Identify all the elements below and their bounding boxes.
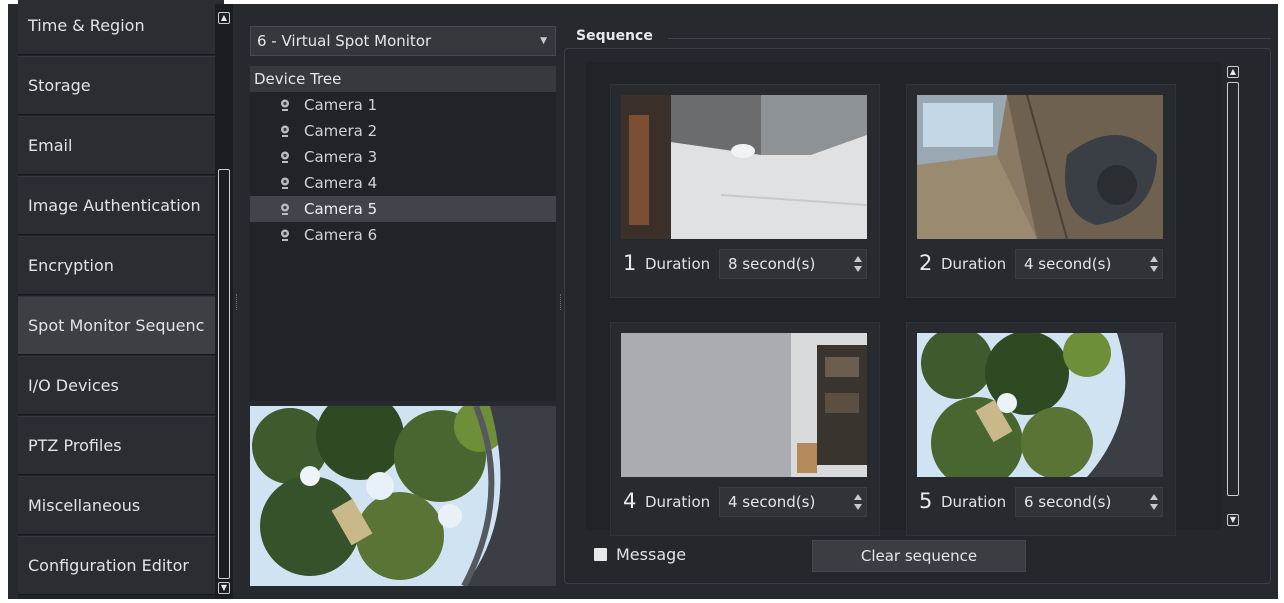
webcam-icon xyxy=(281,125,289,137)
duration-label: Duration xyxy=(645,493,711,511)
slot-thumbnail xyxy=(621,95,867,239)
tree-item-label: Camera 4 xyxy=(304,174,378,192)
webcam-icon xyxy=(281,229,289,241)
sidebar-item-label: Time & Region xyxy=(28,16,145,35)
tree-item-label: Camera 6 xyxy=(304,226,378,244)
sequence-slot-4[interactable]: 4 Duration 4 second(s) xyxy=(610,322,880,536)
slot-number: 2 xyxy=(919,251,933,275)
duration-value: 6 second(s) xyxy=(1024,493,1112,511)
tree-item-label: Camera 3 xyxy=(304,148,378,166)
sidebar-item-configuration-editor[interactable]: Configuration Editor xyxy=(18,536,224,595)
sidebar-scrollbar[interactable]: ▲ ▼ xyxy=(215,4,233,599)
duration-value: 8 second(s) xyxy=(728,255,816,273)
spin-arrows-icon[interactable] xyxy=(1150,255,1158,273)
tree-item-camera-6[interactable]: Camera 6 xyxy=(250,222,556,248)
webcam-icon xyxy=(281,177,289,189)
spin-arrows-icon[interactable] xyxy=(854,493,862,511)
sequence-title: Sequence xyxy=(576,28,659,44)
sequence-slot-5[interactable]: 5 Duration 6 second(s) xyxy=(906,322,1176,536)
message-label: Message xyxy=(616,545,687,564)
duration-label: Duration xyxy=(941,493,1007,511)
tree-item-label: Camera 1 xyxy=(304,96,378,114)
camera-preview-image xyxy=(250,406,556,586)
arrow-up-icon[interactable]: ▲ xyxy=(1227,66,1239,78)
duration-label: Duration xyxy=(941,255,1007,273)
arrow-down-icon[interactable]: ▼ xyxy=(218,582,230,594)
webcam-icon xyxy=(281,151,289,163)
monitor-select-value: 6 - Virtual Spot Monitor xyxy=(257,32,432,50)
webcam-icon xyxy=(281,99,289,111)
tree-item-label: Camera 2 xyxy=(304,122,378,140)
message-checkbox[interactable] xyxy=(594,548,607,561)
arrow-down-icon[interactable]: ▼ xyxy=(1227,514,1239,526)
sidebar-item-image-authentication[interactable]: Image Authentication xyxy=(18,176,224,235)
sidebar-item-ptz-profiles[interactable]: PTZ Profiles xyxy=(18,416,224,475)
clear-sequence-button[interactable]: Clear sequence xyxy=(812,540,1026,572)
slot-number: 5 xyxy=(919,489,933,513)
spin-arrows-icon[interactable] xyxy=(854,255,862,273)
sequence-slot-2[interactable]: 2 Duration 4 second(s) xyxy=(906,84,1176,298)
splitter-handle[interactable] xyxy=(236,294,238,310)
duration-spinbox[interactable]: 4 second(s) xyxy=(719,487,867,517)
sidebar-item-label: I/O Devices xyxy=(28,376,119,395)
sidebar-item-encryption[interactable]: Encryption xyxy=(18,236,224,295)
duration-value: 4 second(s) xyxy=(1024,255,1112,273)
settings-window: Time & Region Storage Email Image Authen… xyxy=(8,0,1278,599)
duration-spinbox[interactable]: 8 second(s) xyxy=(719,249,867,279)
group-divider xyxy=(668,38,1271,39)
slot-thumbnail xyxy=(917,333,1163,477)
slot-number: 1 xyxy=(623,251,637,275)
sidebar-item-email[interactable]: Email xyxy=(18,116,224,175)
slot-thumbnail xyxy=(917,95,1163,239)
duration-spinbox[interactable]: 6 second(s) xyxy=(1015,487,1163,517)
sidebar-item-label: Storage xyxy=(28,76,91,95)
sidebar-item-label: Email xyxy=(28,136,73,155)
sidebar-item-time-region[interactable]: Time & Region xyxy=(18,0,224,55)
tree-item-camera-1[interactable]: Camera 1 xyxy=(250,92,556,118)
monitor-select[interactable]: 6 - Virtual Spot Monitor ▼ xyxy=(250,26,556,56)
sidebar-item-miscellaneous[interactable]: Miscellaneous xyxy=(18,476,224,535)
sidebar-item-storage[interactable]: Storage xyxy=(18,56,224,115)
duration-label: Duration xyxy=(645,255,711,273)
device-tree: Device Tree Camera 1 Camera 2 Camera 3 C… xyxy=(250,66,556,401)
webcam-icon xyxy=(281,203,289,215)
sidebar-item-spot-monitor-sequence[interactable]: Spot Monitor Sequenc xyxy=(18,296,224,355)
sidebar-item-label: PTZ Profiles xyxy=(28,436,122,455)
tree-item-camera-2[interactable]: Camera 2 xyxy=(250,118,556,144)
chevron-down-icon: ▼ xyxy=(540,36,547,46)
device-tree-header: Device Tree xyxy=(250,66,556,92)
slot-number: 4 xyxy=(623,489,637,513)
sequence-slot-1[interactable]: 1 Duration 8 second(s) xyxy=(610,84,880,298)
tree-item-label: Camera 5 xyxy=(304,200,378,218)
camera-preview xyxy=(250,406,556,586)
sidebar-item-label: Miscellaneous xyxy=(28,496,141,515)
sidebar-item-label: Configuration Editor xyxy=(28,556,189,575)
tree-item-camera-3[interactable]: Camera 3 xyxy=(250,144,556,170)
duration-spinbox[interactable]: 4 second(s) xyxy=(1015,249,1163,279)
sidebar-scroll-thumb[interactable] xyxy=(218,169,230,579)
arrow-up-icon[interactable]: ▲ xyxy=(218,12,230,24)
spin-arrows-icon[interactable] xyxy=(1150,493,1158,511)
sequence-grid: 1 Duration 8 second(s) 2 Duration 4 seco… xyxy=(586,62,1221,536)
sequence-scrollbar[interactable]: ▲ ▼ xyxy=(1222,62,1244,530)
sidebar-item-label: Image Authentication xyxy=(28,196,201,215)
duration-value: 4 second(s) xyxy=(728,493,816,511)
slot-thumbnail xyxy=(621,333,867,477)
tree-item-camera-4[interactable]: Camera 4 xyxy=(250,170,556,196)
sidebar-item-io-devices[interactable]: I/O Devices xyxy=(18,356,224,415)
sidebar-item-label: Spot Monitor Sequenc xyxy=(28,316,205,335)
settings-sidebar: Time & Region Storage Email Image Authen… xyxy=(18,0,224,599)
sidebar-item-label: Encryption xyxy=(28,256,114,275)
splitter-handle[interactable] xyxy=(560,294,562,310)
sequence-scroll-thumb[interactable] xyxy=(1227,82,1239,496)
tree-item-camera-5[interactable]: Camera 5 xyxy=(250,196,556,222)
